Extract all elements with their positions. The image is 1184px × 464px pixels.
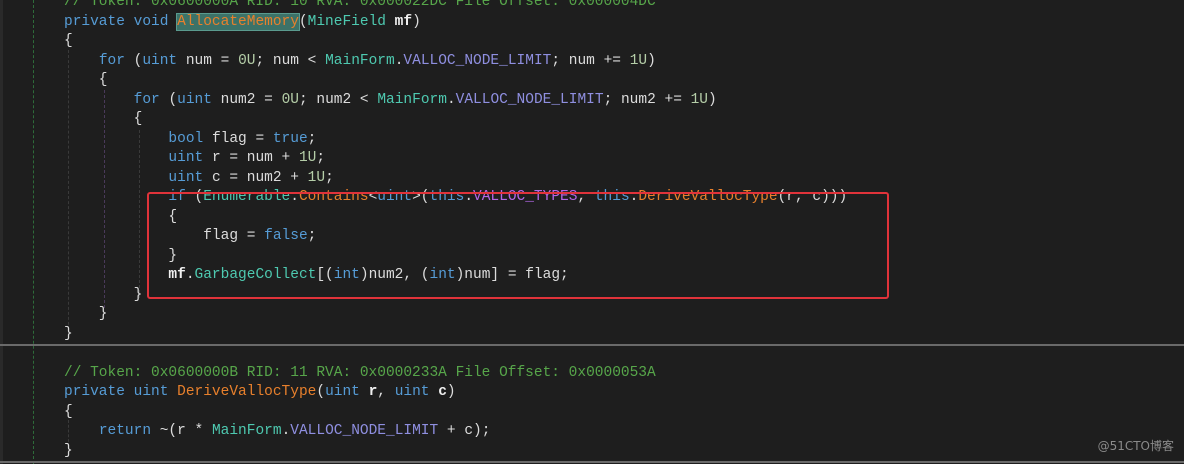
- code-token: true: [272, 130, 308, 147]
- code-token: // Token: 0x0600000A RID: 10 RVA: 0x0000…: [64, 0, 656, 10]
- code-token: DeriveVallocType: [177, 384, 317, 400]
- code-token: MineField: [307, 13, 395, 30]
- code-token: private void: [64, 13, 178, 30]
- code-token: c: [438, 384, 447, 400]
- code-token: + c);: [438, 423, 491, 439]
- code-token: ;: [325, 169, 334, 186]
- code-token: }: [64, 286, 143, 303]
- code-line[interactable]: [64, 344, 847, 364]
- code-token: bool: [168, 130, 212, 147]
- code-token: mf: [394, 13, 413, 30]
- code-token: uint: [394, 384, 439, 400]
- code-line[interactable]: uint c = num2 + 1U;: [64, 169, 847, 189]
- code-token: for: [133, 91, 169, 108]
- code-token: // Token: 0x0600000B RID: 11 RVA: 0x0000…: [64, 364, 656, 381]
- code-token: ; num <: [255, 52, 326, 69]
- code-token: AllocateMemory: [176, 12, 300, 31]
- code-token: num2 =: [220, 91, 282, 108]
- code-line[interactable]: }: [64, 442, 847, 462]
- code-token: {: [64, 72, 108, 88]
- code-token: ~(r *: [159, 423, 212, 439]
- watermark: @51CTO博客: [1097, 439, 1174, 453]
- code-token: 1U: [298, 150, 317, 166]
- code-token: {: [64, 111, 143, 127]
- code-token: ): [412, 13, 421, 30]
- code-token: flag =: [211, 130, 273, 147]
- code-token: ,: [377, 384, 395, 400]
- code-token: (: [168, 91, 178, 108]
- code-line[interactable]: // Token: 0x0600000A RID: 10 RVA: 0x0000…: [64, 0, 847, 13]
- code-line[interactable]: private void AllocateMemory(MineField mf…: [64, 12, 847, 33]
- method-separator: [0, 461, 1184, 463]
- code-line[interactable]: private uint DeriveVallocType(uint r, ui…: [64, 383, 847, 403]
- code-token: r = num +: [211, 150, 299, 166]
- editor-left-margin: [0, 0, 3, 464]
- code-token: }: [64, 325, 73, 342]
- code-token: {: [64, 33, 73, 49]
- code-token: uint: [168, 169, 212, 186]
- code-token: }: [64, 306, 108, 322]
- code-token: uint: [142, 52, 186, 69]
- code-line[interactable]: bool flag = true;: [64, 130, 847, 150]
- code-token: MainForm: [211, 423, 282, 439]
- code-token: uint: [325, 384, 369, 400]
- code-line[interactable]: {: [64, 403, 847, 423]
- code-token: MainForm: [377, 91, 447, 108]
- code-token: ): [647, 52, 656, 69]
- code-token: ;: [316, 150, 326, 166]
- code-token: uint: [168, 150, 212, 166]
- code-token: 1U: [690, 91, 708, 108]
- code-token: ): [708, 91, 717, 108]
- code-line[interactable]: {: [64, 110, 847, 130]
- code-token: uint: [177, 91, 221, 108]
- code-token: .: [446, 91, 456, 108]
- code-token: 1U: [307, 169, 326, 186]
- code-token: return: [98, 423, 160, 439]
- code-token: }: [64, 442, 73, 459]
- code-token: private uint: [64, 384, 178, 400]
- code-token: ): [446, 384, 456, 400]
- code-token: 0U: [281, 91, 299, 108]
- code-token: VALLOC_NODE_LIMIT: [403, 52, 552, 69]
- code-line[interactable]: for (uint num2 = 0U; num2 < MainForm.VAL…: [64, 91, 847, 111]
- code-token: {: [64, 403, 73, 420]
- code-token: ; num +=: [551, 52, 630, 69]
- code-token: 1U: [629, 52, 648, 69]
- code-token: VALLOC_NODE_LIMIT: [455, 91, 604, 108]
- code-token: ; num2 +=: [603, 91, 691, 108]
- code-token: (: [298, 13, 308, 30]
- code-line[interactable]: for (uint num = 0U; num < MainForm.VALLO…: [64, 52, 847, 72]
- code-line[interactable]: uint r = num + 1U;: [64, 149, 847, 169]
- code-token: for: [98, 52, 134, 69]
- code-token: .: [281, 423, 291, 439]
- code-token: MainForm: [325, 52, 395, 69]
- code-token: ; num2 <: [298, 91, 378, 108]
- code-token: c = num2 +: [211, 169, 308, 186]
- code-token: 0U: [238, 52, 256, 69]
- code-token: r: [368, 384, 378, 400]
- code-token: VALLOC_NODE_LIMIT: [290, 423, 439, 439]
- code-token: num =: [185, 52, 239, 69]
- code-token: ;: [307, 130, 317, 147]
- code-token: (: [316, 384, 326, 400]
- code-line[interactable]: {: [64, 32, 847, 52]
- code-line[interactable]: }: [64, 305, 847, 325]
- code-line[interactable]: {: [64, 71, 847, 91]
- highlight-box: [147, 192, 889, 299]
- outline-guide: [33, 0, 34, 464]
- code-line[interactable]: }: [64, 325, 847, 345]
- code-line[interactable]: // Token: 0x0600000B RID: 11 RVA: 0x0000…: [64, 364, 847, 384]
- code-line[interactable]: return ~(r * MainForm.VALLOC_NODE_LIMIT …: [64, 422, 847, 442]
